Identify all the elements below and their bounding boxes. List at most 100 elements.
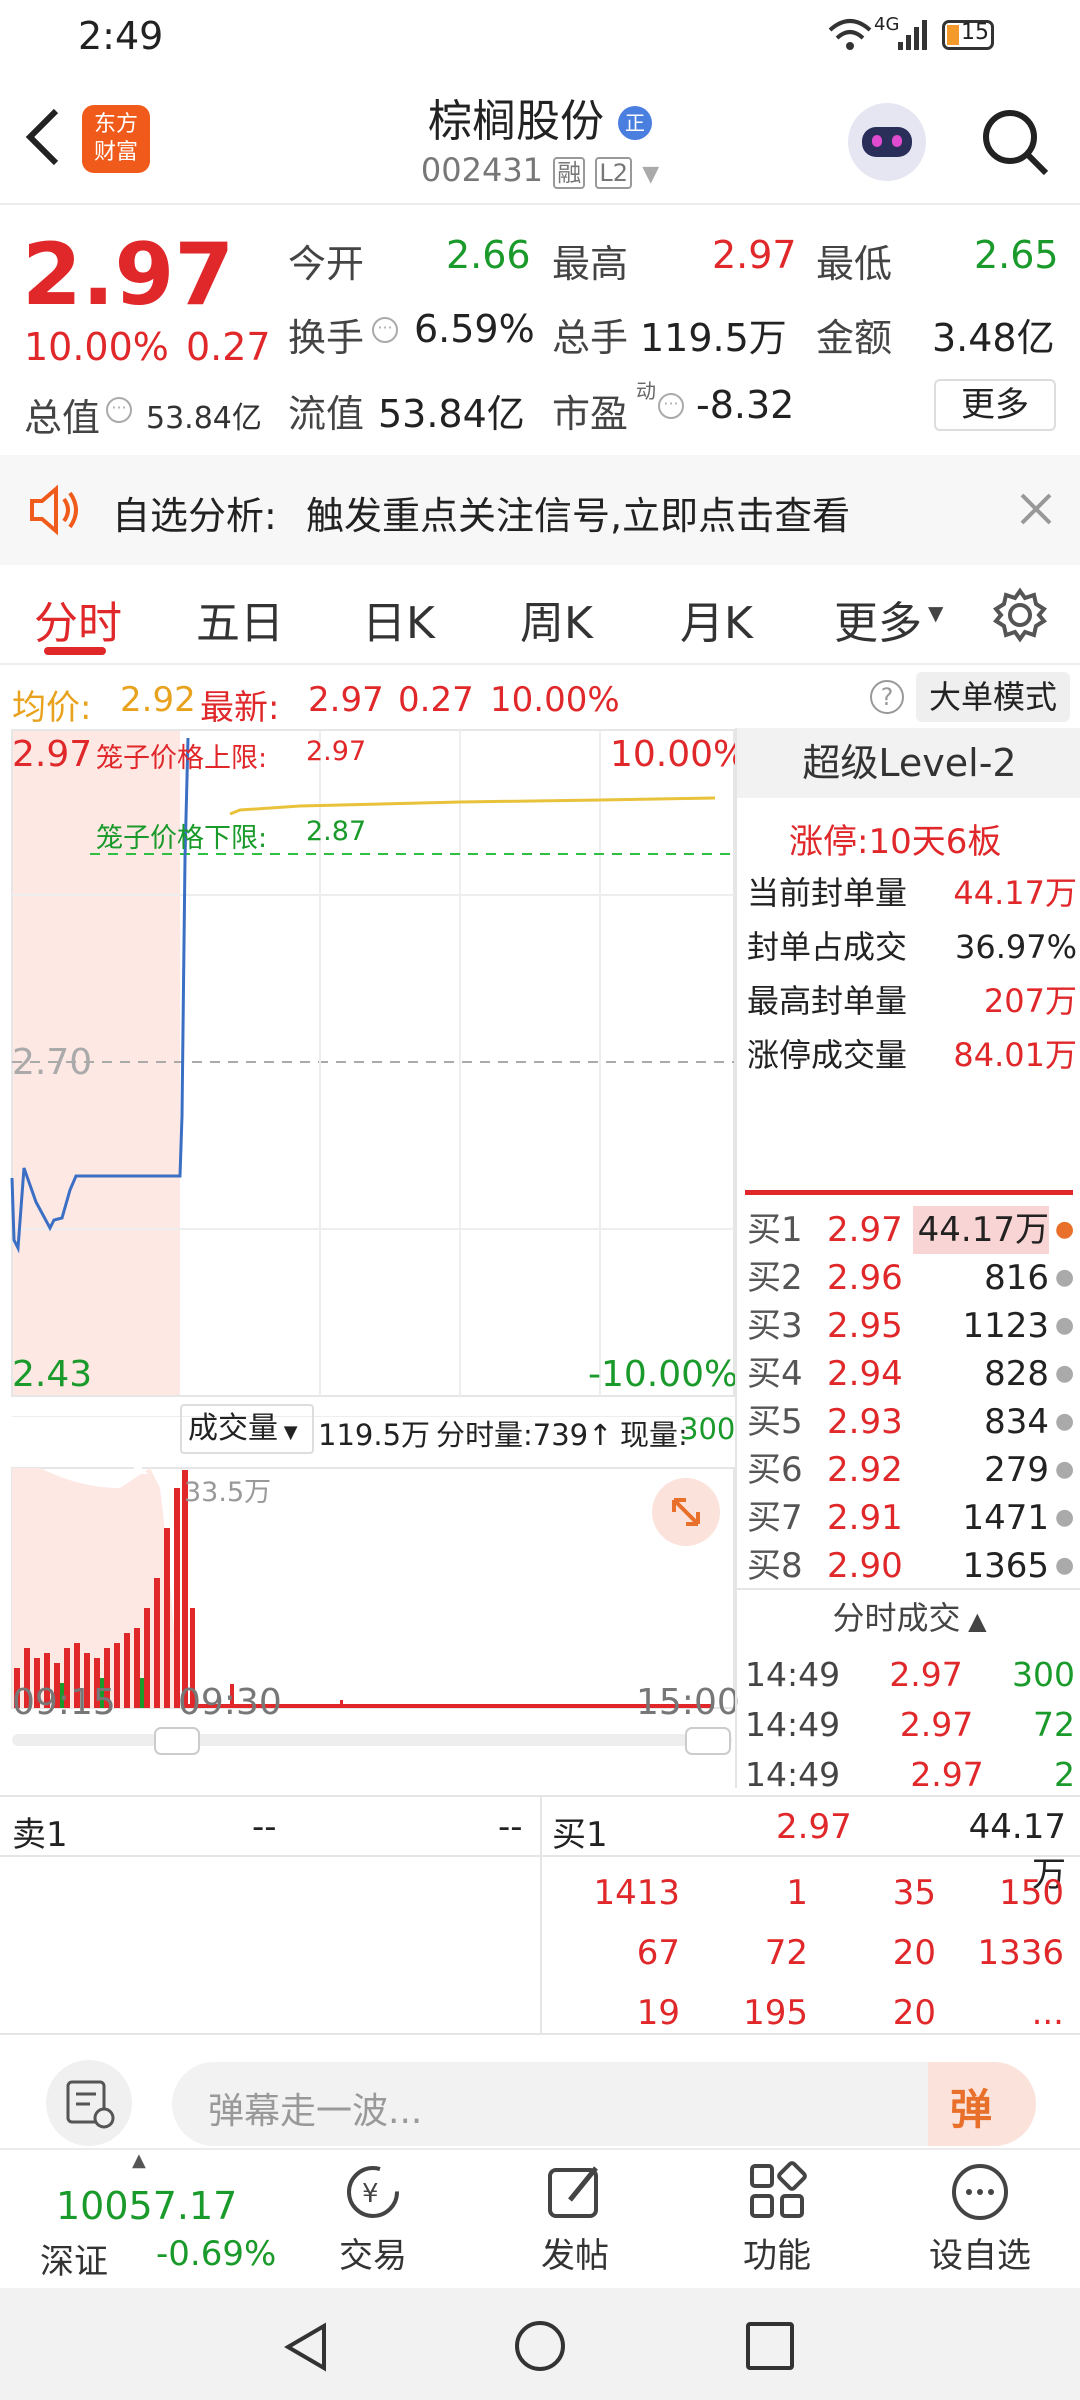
alert-label: 自选分析: — [112, 494, 277, 538]
info-icon[interactable]: ··· — [372, 317, 398, 343]
seal-key: 封单占成交 — [747, 928, 908, 966]
bid-price: 2.97 — [827, 1210, 903, 1250]
post-label: 发帖 — [541, 2236, 609, 2276]
seal-stats: 当前封单量 44.17万 封单占成交 36.97% 最高封单量 207万 涨停成交量 8… — [747, 866, 1077, 1082]
level2-title[interactable]: 超级Level-2 — [737, 728, 1080, 798]
features-button[interactable]: 功能 — [722, 2160, 832, 2284]
nav-back-icon[interactable] — [280, 2320, 334, 2374]
order-cell: 1413 — [593, 1873, 680, 1913]
verified-badge: 正 — [618, 106, 652, 140]
nav-home-icon[interactable] — [512, 2318, 568, 2374]
gear-icon[interactable] — [992, 587, 1048, 643]
pe-superscript: 动 — [636, 379, 656, 403]
last-value: 2.97 — [308, 680, 384, 720]
danmu-send-button[interactable]: 弹 — [928, 2062, 1036, 2146]
tab-more[interactable]: 更多 — [834, 587, 922, 651]
status-bar: 2:49 4G 15 — [0, 0, 1080, 75]
tab-daily-k[interactable]: 日K — [362, 587, 435, 651]
minute-volume: 分时量:739↑ — [436, 1418, 613, 1452]
bid-level: 买3 — [747, 1306, 803, 1346]
change-percent: 10.00% — [24, 325, 169, 369]
float-label: 流值 — [288, 392, 365, 436]
bid-volume: 1365 — [962, 1546, 1049, 1586]
dot-icon: ● — [1055, 1217, 1075, 1242]
info-icon[interactable]: ··· — [106, 397, 132, 423]
quote-summary: 2.97 10.00% 0.27 总值 ··· 53.84亿 今开 2.66 最… — [0, 207, 1080, 455]
analysis-alert-bar[interactable]: 自选分析: 触发重点关注信号,立即点击查看 — [0, 455, 1080, 565]
index-widget[interactable]: ▲ 10057.17 深证 -0.69% — [0, 2150, 290, 2290]
more-button[interactable]: 更多 — [934, 379, 1056, 431]
dot-icon: ● — [1055, 1265, 1075, 1290]
seal-key: 最高封单量 — [747, 982, 908, 1020]
bid-row[interactable]: 买7 2.91 1471 ● — [747, 1494, 1077, 1542]
danmu-input[interactable]: 弹幕走一波... 弹 — [172, 2062, 1036, 2146]
bid-volume: 1471 — [962, 1498, 1049, 1538]
volume-selector[interactable]: 成交量 ▼ — [180, 1404, 314, 1454]
avg-label: 均价: — [12, 688, 92, 728]
sell-price: -- — [252, 1807, 277, 1847]
bid-price: 2.92 — [827, 1450, 903, 1490]
chevron-up-icon: ▲ — [960, 1607, 987, 1635]
bid-row[interactable]: 买5 2.93 834 ● — [747, 1398, 1077, 1446]
add-watchlist-button[interactable]: 设自选 — [920, 2160, 1040, 2284]
robot-avatar-icon[interactable] — [848, 103, 926, 181]
tick-trades-toggle[interactable]: 分时成交 ▲ — [737, 1588, 1080, 1646]
trade-icon: ¥ — [347, 2166, 399, 2218]
order-cell: 20 — [892, 1993, 936, 2033]
bid-row[interactable]: 买4 2.94 828 ● — [747, 1350, 1077, 1398]
status-time: 2:49 — [78, 14, 164, 58]
bid-level: 买7 — [747, 1498, 803, 1538]
danmu-button-label: 弹 — [950, 2085, 993, 2134]
seal-row: 封单占成交 36.97% — [747, 920, 1077, 974]
tick-price: 2.97 — [910, 1755, 984, 1794]
expand-icon[interactable] — [652, 1478, 720, 1546]
bid-row[interactable]: 买1 2.97 44.17万 ● — [747, 1206, 1077, 1254]
bid-level: 买1 — [747, 1210, 803, 1250]
seal-value: 36.97% — [954, 928, 1077, 966]
bid-level: 买6 — [747, 1450, 803, 1490]
tick-price: 2.97 — [899, 1705, 974, 1744]
system-navigation-bar — [0, 2288, 1080, 2400]
tab-five-day[interactable]: 五日 — [196, 587, 284, 651]
trade-button[interactable]: ¥ 交易 — [318, 2160, 428, 2284]
cage-upper-value: 2.97 — [306, 736, 367, 767]
bottom-dock: ▲ 10057.17 深证 -0.69% ¥ 交易 发帖 功能 设自选 — [0, 2148, 1080, 2288]
svg-text:¥: ¥ — [362, 2179, 379, 2209]
amount-label: 金额 — [816, 316, 893, 360]
post-button[interactable]: 发帖 — [520, 2160, 630, 2284]
bid-level: 买5 — [747, 1402, 803, 1442]
tick-time: 14:49 — [745, 1755, 841, 1794]
big-order-mode-button[interactable]: 大单模式 — [916, 672, 1070, 722]
order-cell: 19 — [636, 1993, 680, 2033]
seal-value: 84.01万 — [953, 1036, 1077, 1074]
bid-row[interactable]: 买3 2.95 1123 ● — [747, 1302, 1077, 1350]
signal-icon — [898, 20, 927, 50]
danmu-settings-icon[interactable] — [46, 2060, 132, 2146]
bid-level: 买4 — [747, 1354, 803, 1394]
timeshare-chart[interactable]: 2.97 笼子价格上限: 2.97 笼子价格下限: 2.87 10.00% 2.… — [0, 728, 747, 1788]
l2-tag: L2 — [595, 157, 633, 189]
close-icon[interactable] — [1018, 491, 1054, 527]
low-value: 2.65 — [974, 233, 1059, 277]
info-icon[interactable]: ··· — [658, 393, 684, 419]
bid-row[interactable]: 买8 2.90 1365 ● — [747, 1542, 1077, 1590]
bid-price: 2.94 — [827, 1354, 903, 1394]
index-value: 10057.17 — [56, 2184, 238, 2228]
search-icon[interactable] — [978, 105, 1052, 179]
bid-row[interactable]: 买6 2.92 279 ● — [747, 1446, 1077, 1494]
bid-divider — [745, 1190, 1073, 1195]
tick-list: 14:49 2.97 300 14:49 2.97 72 14:49 2.97 2 — [745, 1650, 1075, 1800]
order-cell: 20 — [892, 1933, 936, 1973]
help-icon[interactable]: ? — [870, 680, 904, 714]
tab-timeshare[interactable]: 分时 — [34, 587, 122, 651]
tab-monthly-k[interactable]: 月K — [680, 587, 753, 651]
bid-row[interactable]: 买2 2.96 816 ● — [747, 1254, 1077, 1302]
cage-upper-label: 笼子价格上限: — [96, 743, 268, 774]
nav-recents-icon[interactable] — [744, 2320, 796, 2372]
dropdown-icon: ▼ — [642, 162, 660, 187]
dot-icon: ● — [1055, 1457, 1075, 1482]
tick-row: 14:49 2.97 72 — [745, 1700, 1075, 1750]
last-price: 2.97 — [22, 225, 235, 325]
tab-weekly-k[interactable]: 周K — [520, 587, 593, 651]
bid-volume: 1123 — [962, 1306, 1049, 1346]
